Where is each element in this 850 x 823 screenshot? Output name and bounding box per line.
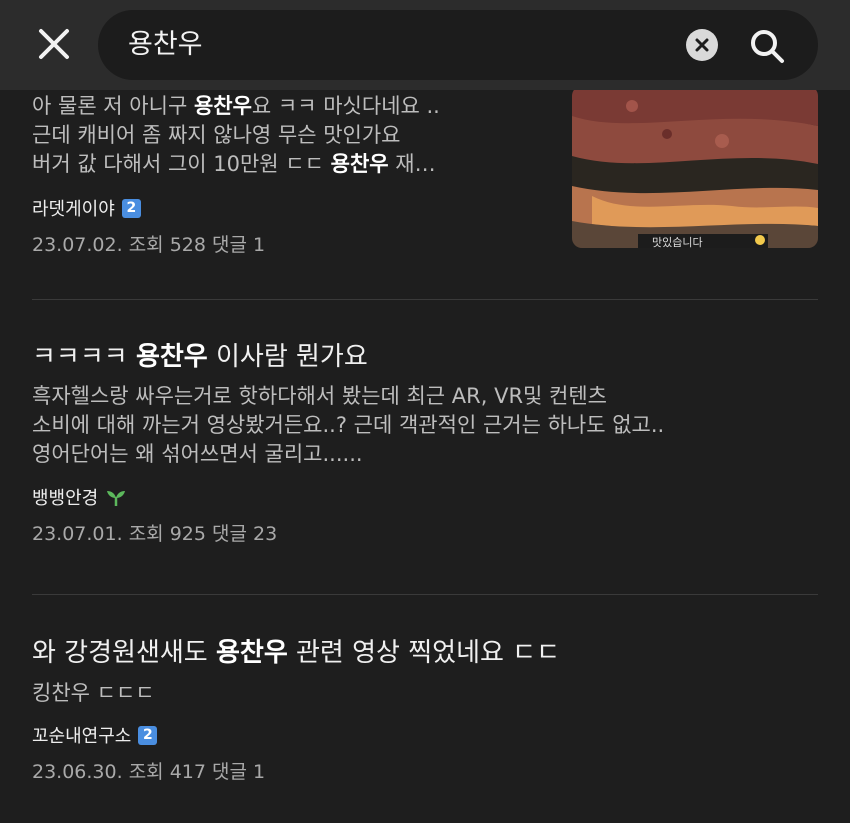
view-count: 528 bbox=[169, 234, 206, 256]
snippet-line: 영어단어는 왜 섞어쓰면서 굴리고...... bbox=[32, 442, 363, 466]
post-date: 23.07.01. bbox=[32, 523, 123, 545]
author-name: 꼬순내연구소 bbox=[32, 726, 132, 747]
list-item[interactable]: ㅋㅋㅋㅋ 용찬우 이사람 뭔가요 흑자헬스랑 싸우는거로 핫하다해서 봤는데 최… bbox=[32, 336, 818, 546]
clear-button[interactable] bbox=[686, 29, 718, 61]
comment-count: 1 bbox=[253, 234, 266, 256]
post-thumbnail[interactable]: 맛있습니다 bbox=[572, 86, 818, 248]
results-list: 아 물론 저 아니구 용찬우요 ㅋㅋ 마싯다네요 .. 근데 캐비어 좀 짜지 … bbox=[0, 0, 850, 823]
search-query[interactable]: 용찬우 bbox=[128, 10, 203, 80]
search-button[interactable] bbox=[748, 27, 786, 65]
list-item[interactable]: 와 강경원샌새도 용찬우 관련 영상 찍었네요 ㄷㄷ 킹찬우 ㄷㄷㄷ 꼬순내연구… bbox=[32, 632, 818, 784]
snippet-line: 흑자헬스랑 싸우는거로 핫하다해서 봤는데 최근 AR, VR및 컨텐츠 bbox=[32, 384, 607, 408]
post-title[interactable]: 와 강경원샌새도 용찬우 관련 영상 찍었네요 ㄷㄷ bbox=[32, 632, 818, 669]
thumbnail-caption: 맛있습니다 bbox=[652, 236, 703, 248]
author-name: 뱅뱅안경 bbox=[32, 488, 99, 509]
post-author[interactable]: 뱅뱅안경 bbox=[32, 484, 818, 510]
close-button[interactable] bbox=[34, 24, 74, 64]
comment-count: 23 bbox=[253, 523, 278, 545]
divider bbox=[32, 594, 818, 595]
comment-count: 1 bbox=[253, 761, 266, 783]
author-name: 라뎃게이야 bbox=[32, 199, 115, 220]
view-count: 417 bbox=[169, 761, 206, 783]
sprout-icon bbox=[107, 491, 126, 506]
post-snippet: 흑자헬스랑 싸우는거로 핫하다해서 봤는데 최근 AR, VR및 컨텐츠 소비에… bbox=[32, 382, 818, 469]
search-header: 용찬우 bbox=[0, 0, 850, 90]
rank-badge-icon: 2 bbox=[121, 198, 141, 218]
snippet-line: 소비에 대해 까는거 영상봤거든요..? 근데 객관적인 근거는 하나도 없고.… bbox=[32, 413, 665, 437]
clear-icon bbox=[695, 38, 709, 52]
post-snippet: 킹찬우 ㄷㄷㄷ bbox=[32, 681, 155, 705]
rank-badge-icon: 2 bbox=[138, 725, 158, 745]
search-input[interactable]: 용찬우 bbox=[98, 10, 818, 80]
post-date: 23.07.02. bbox=[32, 234, 123, 256]
post-meta: 23.07.01. 조회 925 댓글 23 bbox=[32, 523, 278, 545]
post-author[interactable]: 꼬순내연구소 2 bbox=[32, 722, 818, 748]
search-icon bbox=[751, 30, 784, 63]
post-title[interactable]: ㅋㅋㅋㅋ 용찬우 이사람 뭔가요 bbox=[32, 336, 818, 373]
post-date: 23.06.30. bbox=[32, 761, 123, 783]
divider bbox=[32, 299, 818, 300]
post-meta: 23.06.30. 조회 417 댓글 1 bbox=[32, 761, 266, 783]
close-icon bbox=[39, 29, 69, 59]
view-count: 925 bbox=[169, 523, 206, 545]
burger-image: 맛있습니다 bbox=[572, 86, 818, 248]
